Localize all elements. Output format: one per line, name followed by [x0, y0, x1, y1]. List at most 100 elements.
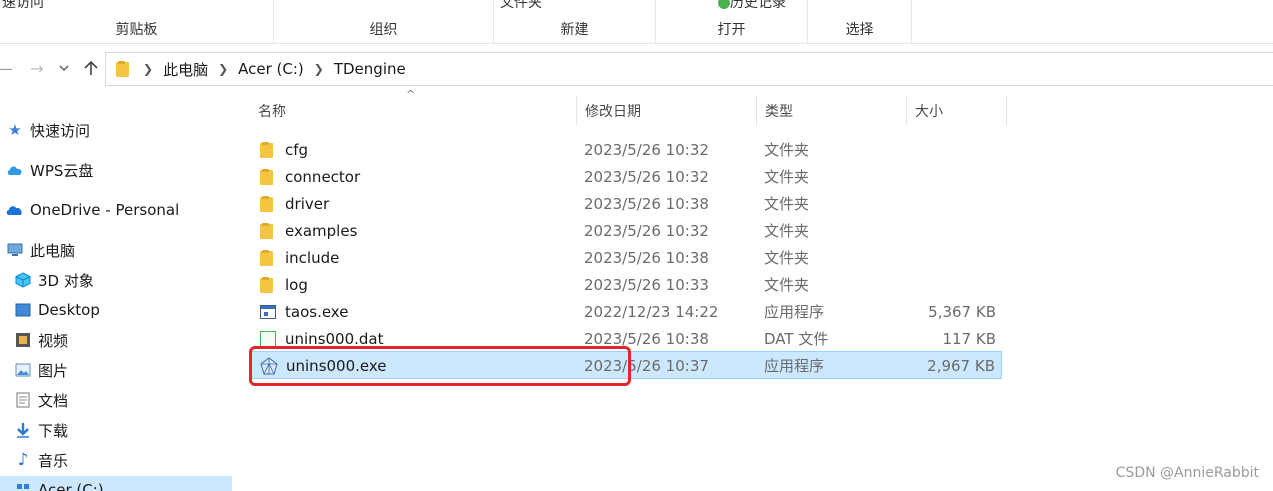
- file-size: 2,967 KB: [927, 356, 995, 375]
- sidebar-item-music[interactable]: ♪ 音乐: [0, 446, 232, 474]
- chevron-down-icon: [59, 65, 69, 71]
- picture-icon: [14, 361, 32, 379]
- sidebar-item-label: 下载: [38, 421, 69, 440]
- drive-icon: [14, 481, 32, 491]
- sidebar-item-label: 音乐: [38, 451, 69, 470]
- file-row[interactable]: cfg 2023/5/26 10:32 文件夹: [250, 136, 1002, 163]
- file-row[interactable]: log 2023/5/26 10:33 文件夹: [250, 271, 1002, 298]
- history-button[interactable]: 历史记录: [718, 0, 786, 12]
- address-bar[interactable]: ❯ 此电脑 ❯ Acer (C:) ❯ TDengine: [105, 52, 1273, 86]
- sidebar-item-downloads[interactable]: 下载: [0, 416, 232, 444]
- computer-icon: [6, 241, 24, 259]
- chevron-right-icon[interactable]: ❯: [314, 62, 324, 76]
- file-name: log: [285, 275, 308, 294]
- column-header-type[interactable]: 类型: [757, 96, 907, 126]
- file-name: connector: [285, 167, 361, 186]
- file-type: 应用程序: [764, 357, 825, 375]
- address-row: — → ❯ 此电脑 ❯ Acer (C:) ❯ TDengine: [0, 48, 1273, 90]
- sidebar-item-this-pc[interactable]: 此电脑: [0, 236, 232, 264]
- application-icon: [260, 304, 276, 319]
- file-size: 117 KB: [942, 329, 996, 348]
- navigation-pane: ★ 快速访问 WPS云盘 OneDrive - Personal 此电脑 3D …: [0, 96, 232, 491]
- sidebar-item-3d-objects[interactable]: 3D 对象: [0, 266, 232, 294]
- sidebar-item-label: 图片: [38, 361, 69, 380]
- sidebar-item-videos[interactable]: 视频: [0, 326, 232, 354]
- folder-icon: [260, 168, 273, 185]
- file-type: DAT 文件: [764, 330, 829, 348]
- file-row[interactable]: connector 2023/5/26 10:32 文件夹: [250, 163, 1002, 190]
- sidebar-item-label: OneDrive - Personal: [30, 201, 180, 219]
- desktop-icon: [14, 301, 32, 319]
- ribbon-group-open: 历史记录 打开: [656, 0, 808, 44]
- file-date: 2023/5/26 10:32: [584, 140, 709, 159]
- cube-icon: [14, 271, 32, 289]
- file-name: taos.exe: [285, 302, 349, 321]
- breadcrumb-tdengine[interactable]: TDengine: [334, 60, 406, 78]
- file-date: 2023/5/26 10:32: [584, 221, 709, 240]
- sidebar-item-label: 文档: [38, 391, 69, 410]
- back-button[interactable]: —: [0, 56, 16, 80]
- file-name: examples: [285, 221, 358, 240]
- sidebar-item-label: Desktop: [38, 301, 100, 319]
- document-icon: [14, 391, 32, 409]
- sidebar-item-wps-cloud[interactable]: WPS云盘: [0, 156, 232, 184]
- sidebar-item-label: 3D 对象: [38, 271, 94, 290]
- file-row[interactable]: driver 2023/5/26 10:38 文件夹: [250, 190, 1002, 217]
- file-type: 应用程序: [764, 303, 825, 321]
- ribbon-group-label: 新建: [560, 22, 589, 38]
- chevron-right-icon[interactable]: ❯: [218, 62, 228, 76]
- quick-access-label[interactable]: 速访问: [2, 0, 44, 12]
- sidebar-item-quick-access[interactable]: ★ 快速访问: [0, 116, 232, 144]
- file-name: driver: [285, 194, 330, 213]
- back-arrow-icon: —: [0, 59, 13, 78]
- ribbon: 速访问 剪贴板 组织 文件夹 新建 历史记录 打开 选择: [0, 0, 1273, 44]
- ribbon-group-label: 打开: [717, 22, 746, 38]
- recent-locations-button[interactable]: [56, 56, 72, 80]
- folder-icon: [260, 222, 273, 239]
- new-folder-button[interactable]: 文件夹: [500, 0, 542, 12]
- file-size: 5,367 KB: [928, 302, 996, 321]
- ribbon-group-label: 剪贴板: [115, 22, 158, 38]
- column-header-date[interactable]: 修改日期: [577, 96, 757, 126]
- star-icon: ★: [8, 121, 22, 139]
- ribbon-group-clipboard: 速访问 剪贴板: [0, 0, 274, 44]
- folder-icon: [260, 276, 273, 293]
- file-date: 2023/5/26 10:32: [584, 167, 709, 186]
- file-name: include: [285, 248, 340, 267]
- sidebar-item-label: 视频: [38, 331, 69, 350]
- folder-icon: [260, 195, 273, 212]
- sidebar-item-documents[interactable]: 文档: [0, 386, 232, 414]
- ribbon-group-new: 文件夹 新建: [494, 0, 656, 44]
- dat-file-icon: [260, 330, 276, 347]
- watermark: CSDN @AnnieRabbit: [1115, 465, 1259, 481]
- ribbon-group-label: 组织: [369, 22, 398, 38]
- file-row[interactable]: examples 2023/5/26 10:32 文件夹: [250, 217, 1002, 244]
- file-row[interactable]: taos.exe 2022/12/23 14:22 应用程序 5,367 KB: [250, 298, 1002, 325]
- sidebar-item-pictures[interactable]: 图片: [0, 356, 232, 384]
- ribbon-group-label: 选择: [845, 22, 874, 38]
- cloud-icon: [6, 161, 24, 179]
- file-type: 文件夹: [764, 276, 810, 294]
- column-header-size[interactable]: 大小: [907, 96, 1007, 126]
- onedrive-icon: [6, 201, 24, 219]
- forward-button[interactable]: →: [26, 56, 48, 80]
- column-header-name[interactable]: 名称: [250, 96, 577, 126]
- breadcrumb-drive-c[interactable]: Acer (C:): [238, 60, 304, 78]
- file-date: 2023/5/26 10:33: [584, 275, 709, 294]
- file-type: 文件夹: [764, 141, 810, 159]
- music-icon: ♪: [17, 450, 29, 470]
- sidebar-item-label: Acer (C:): [38, 481, 104, 491]
- chevron-right-icon[interactable]: ❯: [143, 62, 153, 76]
- breadcrumb-this-pc[interactable]: 此电脑: [163, 59, 208, 80]
- folder-icon: [116, 61, 129, 77]
- file-row[interactable]: include 2023/5/26 10:38 文件夹: [250, 244, 1002, 271]
- sidebar-item-desktop[interactable]: Desktop: [0, 296, 232, 324]
- download-icon: [14, 421, 32, 439]
- sidebar-item-label: 快速访问: [30, 121, 91, 140]
- sidebar-item-drive-c[interactable]: Acer (C:): [0, 476, 232, 491]
- up-button[interactable]: [80, 56, 102, 80]
- ribbon-group-select: 选择: [808, 0, 912, 44]
- sidebar-item-onedrive[interactable]: OneDrive - Personal: [0, 196, 232, 224]
- video-icon: [14, 331, 32, 349]
- file-type: 文件夹: [764, 168, 810, 186]
